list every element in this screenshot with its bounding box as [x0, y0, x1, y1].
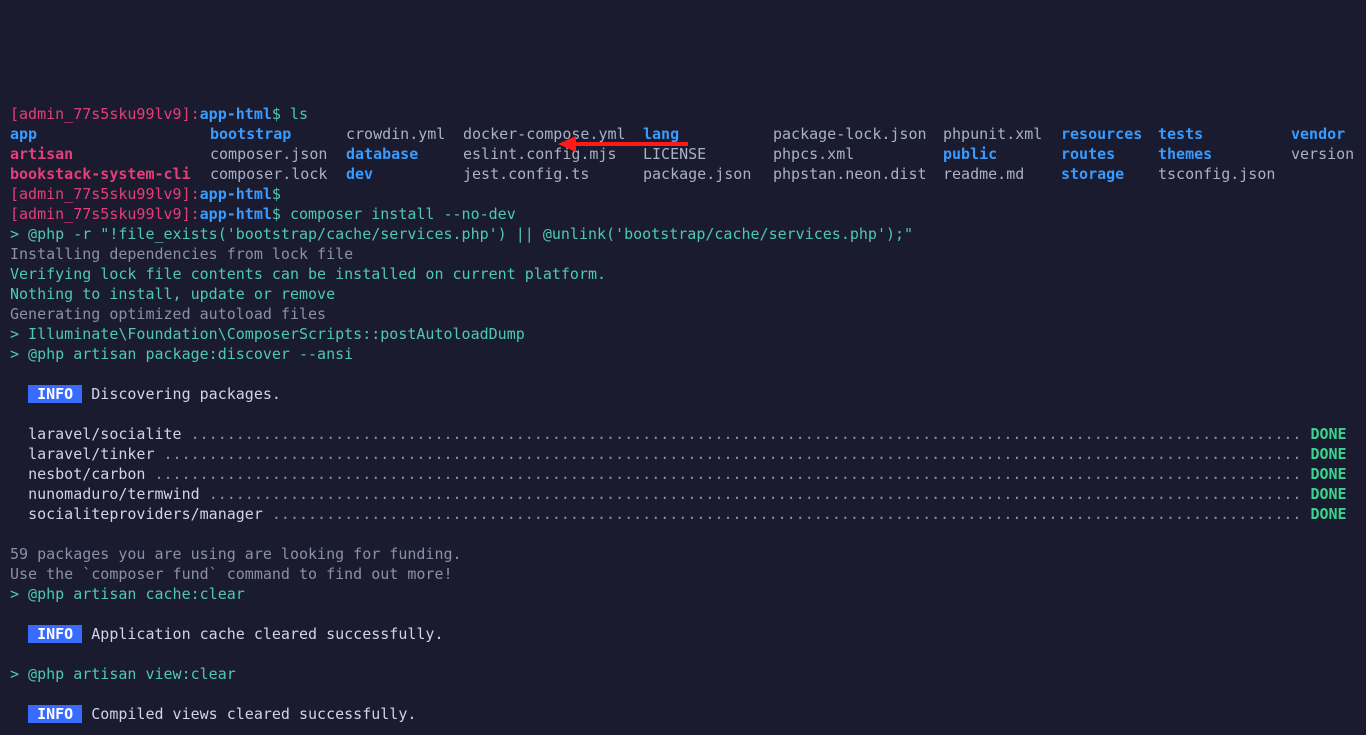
output-line: Generating optimized autoload files [10, 305, 326, 323]
ls-entry: tests [1158, 124, 1291, 144]
ls-entry: version [1291, 144, 1361, 164]
ls-entry: storage [1061, 164, 1158, 184]
prompt-line: [admin_77s5sku99lv9]:app-html$ [10, 185, 281, 203]
package-line: nunomaduro/termwind ....................… [10, 485, 1347, 503]
prompt-line: [admin_77s5sku99lv9]:app-html$ composer … [10, 205, 516, 223]
ls-entry: eslint.config.mjs [463, 144, 643, 164]
output-line: > @php artisan view:clear [10, 665, 236, 683]
ls-entry: LICENSE [643, 144, 773, 164]
output-line: Installing dependencies from lock file [10, 245, 353, 263]
dots: ........................................… [164, 445, 1302, 463]
ls-entry: dev [346, 164, 463, 184]
output-line: > @php artisan package:discover --ansi [10, 345, 353, 363]
prompt-line: [admin_77s5sku99lv9]:app-html$ ls [10, 105, 308, 123]
ls-entry: lang [643, 124, 773, 144]
ls-entry: phpcs.xml [773, 144, 943, 164]
ls-entry: app [10, 124, 210, 144]
ls-entry: composer.lock [210, 164, 346, 184]
output-line: 59 packages you are using are looking fo… [10, 545, 462, 563]
bracket-open: [ [10, 105, 19, 123]
ls-entry: artisan [10, 144, 210, 164]
dots: ........................................… [191, 425, 1302, 443]
ls-entry: crowdin.yml [346, 124, 463, 144]
ls-entry: public [943, 144, 1061, 164]
prompt-colon: : [191, 105, 200, 123]
info-text: Compiled views cleared successfully. [82, 705, 416, 723]
ls-entry: jest.config.ts [463, 164, 643, 184]
bracket-close: ] [182, 105, 191, 123]
output-line: Nothing to install, update or remove [10, 285, 335, 303]
info-badge: INFO [28, 385, 82, 403]
ls-entry: docker-compose.yml [463, 124, 643, 144]
info-badge: INFO [28, 625, 82, 643]
info-text: Discovering packages. [82, 385, 281, 403]
output-line: > @php -r "!file_exists('bootstrap/cache… [10, 225, 913, 243]
ls-entry: package-lock.json [773, 124, 943, 144]
package-line: laravel/tinker .........................… [10, 445, 1347, 463]
ls-entry: phpstan.neon.dist [773, 164, 943, 184]
ls-entry: bookstack-system-cli [10, 164, 210, 184]
info-badge: INFO [28, 705, 82, 723]
terminal[interactable]: [admin_77s5sku99lv9]:app-html$ ls appboo… [0, 100, 1366, 735]
output-line: > @php artisan cache:clear [10, 585, 245, 603]
cmd-ls: ls [290, 105, 308, 123]
ls-entry: tsconfig.json [1158, 164, 1291, 184]
ls-entry: composer.json [210, 144, 346, 164]
ls-entry: routes [1061, 144, 1158, 164]
info-text: Application cache cleared successfully. [82, 625, 443, 643]
ls-entry: readme.md [943, 164, 1061, 184]
cmd-composer-install: composer install --no-dev [290, 205, 516, 223]
ls-entry: resources [1061, 124, 1158, 144]
ls-output: appbootstrapcrowdin.ymldocker-compose.ym… [10, 124, 1356, 184]
ls-entry [1291, 164, 1361, 184]
ls-entry: phpunit.xml [943, 124, 1061, 144]
prompt-dollar: $ [272, 105, 281, 123]
prompt-user: admin_77s5sku99lv9 [19, 105, 182, 123]
ls-entry: themes [1158, 144, 1291, 164]
dots: ........................................… [209, 485, 1302, 503]
ls-entry: vendor [1291, 124, 1361, 144]
ls-entry: package.json [643, 164, 773, 184]
prompt-cwd: app-html [200, 105, 272, 123]
ls-entry: database [346, 144, 463, 164]
output-line: Use the `composer fund` command to find … [10, 565, 453, 583]
dots: ........................................… [272, 505, 1302, 523]
output-line: > Illuminate\Foundation\ComposerScripts:… [10, 325, 525, 343]
ls-entry: bootstrap [210, 124, 346, 144]
package-line: nesbot/carbon ..........................… [10, 465, 1347, 483]
package-line: socialiteproviders/manager .............… [10, 505, 1347, 523]
package-line: laravel/socialite ......................… [10, 425, 1347, 443]
dots: ........................................… [155, 465, 1302, 483]
output-line: Verifying lock file contents can be inst… [10, 265, 606, 283]
